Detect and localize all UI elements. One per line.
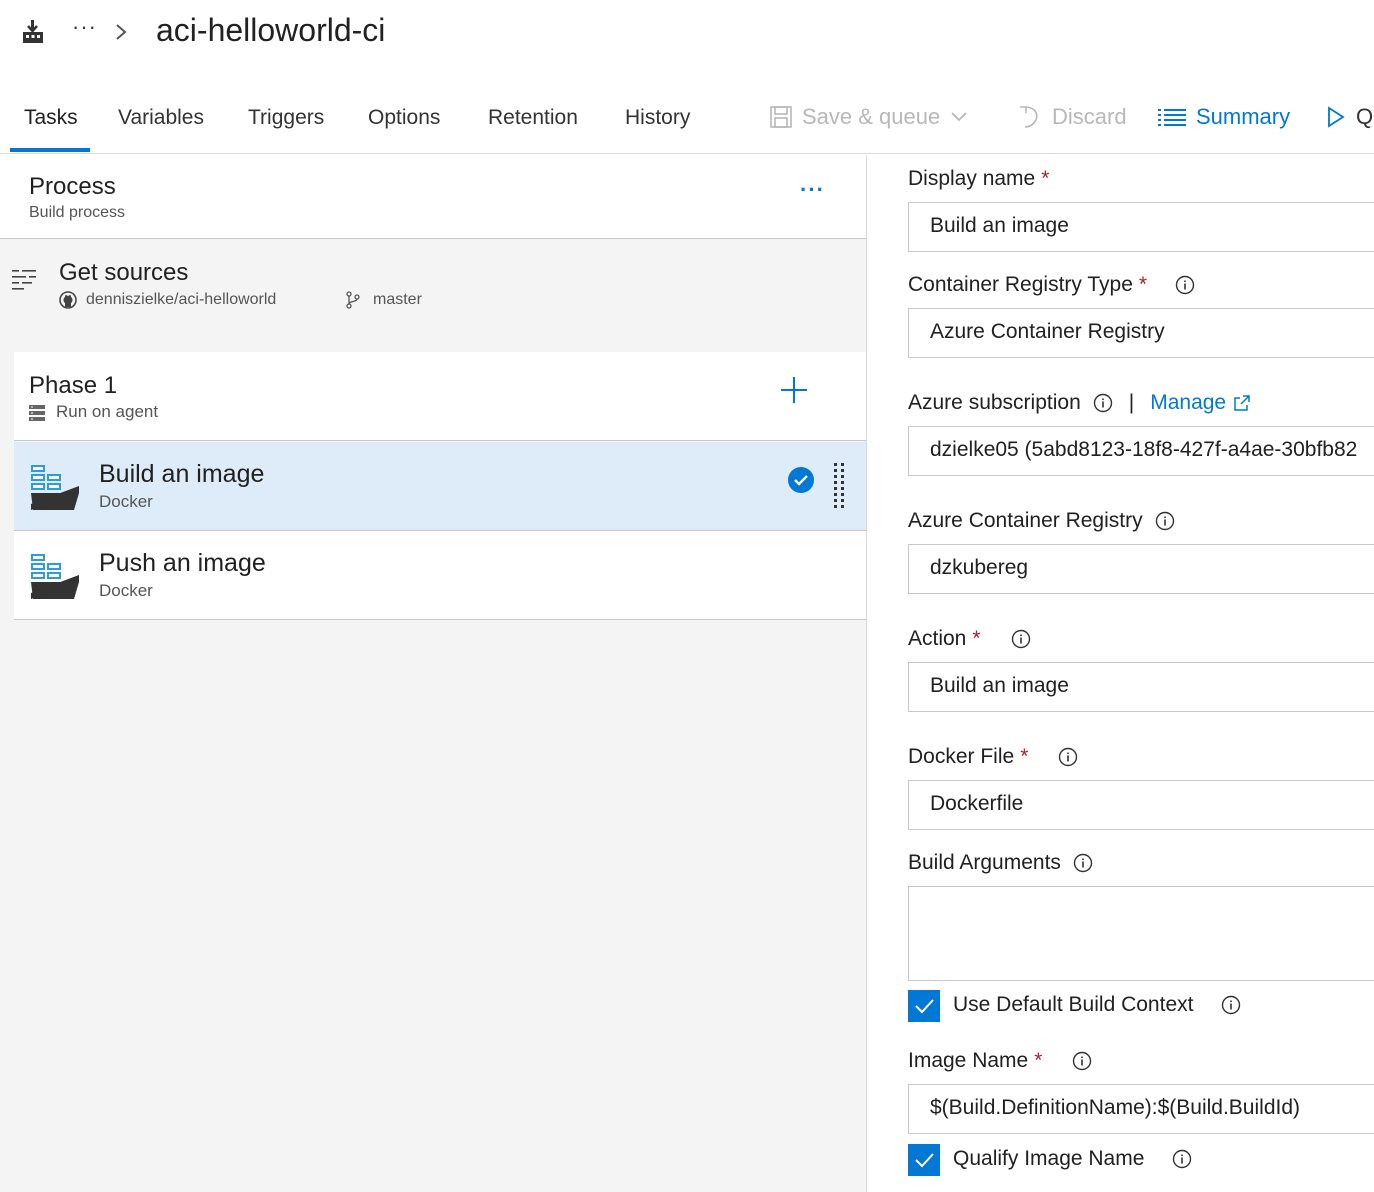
info-icon[interactable] <box>1073 853 1093 873</box>
play-icon <box>1328 106 1345 128</box>
selected-check-icon <box>788 467 814 493</box>
phase-title: Phase 1 <box>29 372 118 399</box>
external-link-icon <box>1234 395 1250 411</box>
qualify-image-checkbox[interactable] <box>908 1144 940 1176</box>
subscription-select[interactable]: dzielke05 (5abd8123-18f8-427f-a4ae-30bfb… <box>908 426 1374 476</box>
subscription-label: Azure subscription | Manage <box>908 391 1250 415</box>
github-icon <box>59 291 77 309</box>
branch-name: master <box>373 291 422 308</box>
docker-whale-icon <box>31 554 79 599</box>
summary-button[interactable]: Summary <box>1158 104 1290 130</box>
task-title: Build an image <box>99 460 265 488</box>
task-list-panel: Process Build process ··· Get sources de… <box>0 155 867 1192</box>
tab-retention[interactable]: Retention <box>488 106 578 130</box>
process-more-button[interactable]: ··· <box>800 177 825 203</box>
queue-button[interactable]: Q <box>1326 104 1373 130</box>
phase-subtitle: Run on agent <box>56 402 159 421</box>
docker-whale-icon <box>31 465 79 510</box>
tab-variables[interactable]: Variables <box>118 106 204 130</box>
summary-label: Summary <box>1196 104 1291 129</box>
action-select[interactable]: Build an image <box>908 662 1374 712</box>
process-subtitle: Build process <box>29 204 126 221</box>
info-icon[interactable] <box>1155 511 1175 531</box>
process-title: Process <box>29 173 116 200</box>
task-item-build-image[interactable]: Build an image Docker <box>14 442 866 531</box>
add-task-button[interactable] <box>780 376 808 404</box>
task-subtitle: Docker <box>99 581 153 600</box>
container-registry-label: Azure Container Registry <box>908 509 1175 533</box>
manage-link[interactable]: Manage <box>1150 391 1250 415</box>
build-pipeline-icon <box>23 20 43 43</box>
list-icon <box>1158 109 1186 126</box>
task-item-push-image[interactable]: Push an image Docker <box>14 531 866 620</box>
info-icon[interactable] <box>1058 747 1078 767</box>
default-context-label: Use Default Build Context <box>953 993 1241 1017</box>
tab-tasks[interactable]: Tasks <box>24 106 78 130</box>
page-title: aci-helloworld-ci <box>156 12 386 48</box>
breadcrumb-more[interactable]: ··· <box>72 14 97 40</box>
process-section[interactable]: Process Build process ··· <box>0 155 866 239</box>
info-icon[interactable] <box>1072 1051 1092 1071</box>
agent-server-icon <box>29 405 45 421</box>
build-arguments-label: Build Arguments <box>908 851 1093 875</box>
action-label: Action * <box>908 627 1031 651</box>
repository-name: denniszielke/aci-helloworld <box>86 291 277 308</box>
qualify-image-label: Qualify Image Name <box>953 1147 1192 1171</box>
info-icon[interactable] <box>1221 995 1241 1015</box>
save-queue-button[interactable]: Save & queue <box>770 104 968 130</box>
header: ··· aci-helloworld-ci <box>0 0 1374 66</box>
save-queue-label: Save & queue <box>802 104 941 129</box>
queue-label: Q <box>1356 104 1374 129</box>
display-name-label: Display name * <box>908 167 1050 190</box>
info-icon[interactable] <box>1175 275 1195 295</box>
chevron-right-icon <box>116 24 127 40</box>
drag-handle-icon[interactable] <box>832 462 846 508</box>
get-sources-item[interactable]: Get sources denniszielke/aci-helloworld … <box>0 239 866 351</box>
phase-item[interactable]: Phase 1 Run on agent <box>14 352 866 441</box>
info-icon[interactable] <box>1011 629 1031 649</box>
image-name-label: Image Name * <box>908 1049 1092 1073</box>
default-context-checkbox[interactable] <box>908 990 940 1022</box>
tab-history[interactable]: History <box>625 106 690 130</box>
info-icon[interactable] <box>1172 1149 1192 1169</box>
docker-file-label: Docker File * <box>908 745 1078 769</box>
get-sources-icon <box>12 270 36 290</box>
tab-triggers[interactable]: Triggers <box>248 106 324 130</box>
active-tab-indicator <box>10 148 90 152</box>
image-name-input[interactable]: $(Build.DefinitionName):$(Build.BuildId) <box>908 1084 1374 1134</box>
info-icon[interactable] <box>1093 393 1113 413</box>
build-arguments-textarea[interactable] <box>908 886 1374 981</box>
chevron-down-icon <box>951 112 967 122</box>
discard-label: Discard <box>1052 104 1127 129</box>
discard-button[interactable]: Discard <box>1016 104 1127 130</box>
git-branch-icon <box>346 291 360 309</box>
container-registry-select[interactable]: dzkubereg <box>908 544 1374 594</box>
docker-file-input[interactable]: Dockerfile <box>908 780 1374 830</box>
task-settings-panel: Display name * Build an image Container R… <box>868 155 1374 1192</box>
checkmark-icon <box>915 999 934 1014</box>
save-icon <box>770 106 792 128</box>
checkmark-icon <box>915 1153 934 1168</box>
registry-type-label: Container Registry Type * <box>908 273 1195 297</box>
tab-bar: Tasks Variables Triggers Options Retenti… <box>0 92 1374 154</box>
task-title: Push an image <box>99 549 266 577</box>
get-sources-title: Get sources <box>59 259 189 286</box>
task-subtitle: Docker <box>99 492 153 511</box>
separator: | <box>1128 391 1135 414</box>
display-name-input[interactable]: Build an image <box>908 202 1374 252</box>
undo-icon <box>1020 106 1038 128</box>
registry-type-select[interactable]: Azure Container Registry <box>908 308 1374 358</box>
tab-options[interactable]: Options <box>368 106 440 130</box>
